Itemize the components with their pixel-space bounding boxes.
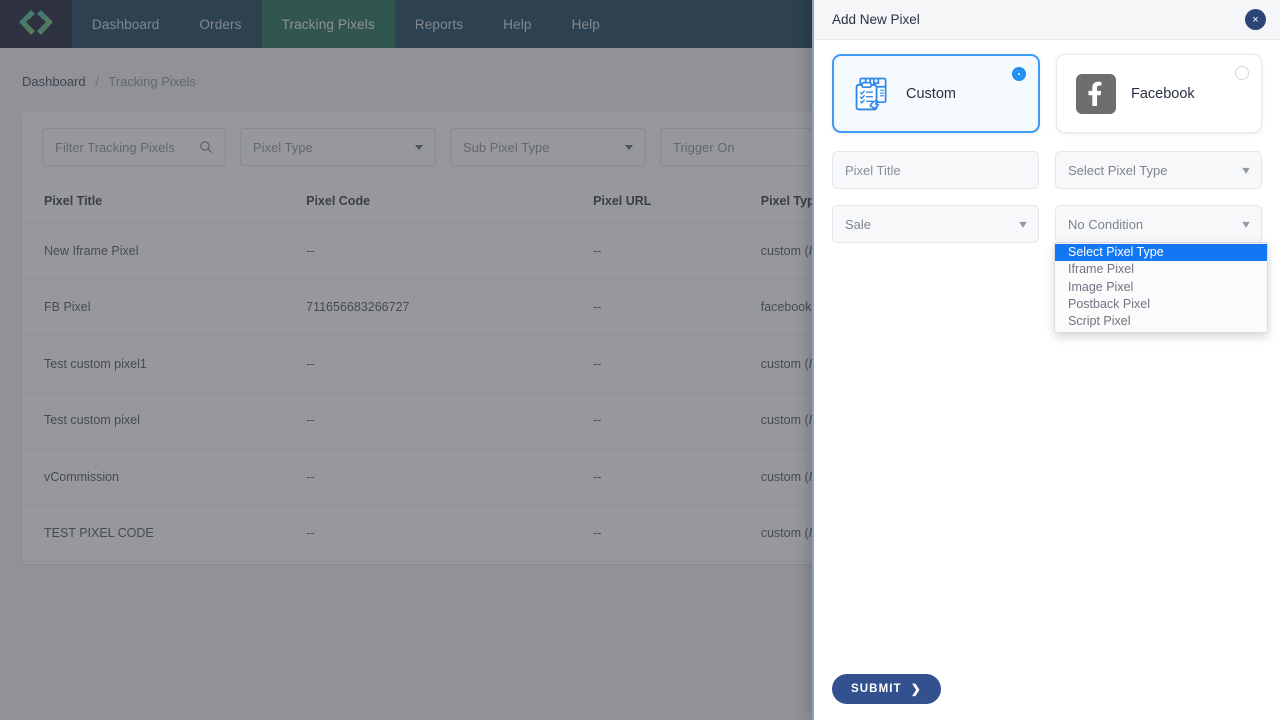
panel-title: Add New Pixel — [832, 12, 920, 27]
pixel-title-placeholder: Pixel Title — [845, 163, 901, 178]
dropdown-option-image-pixel[interactable]: Image Pixel — [1055, 279, 1267, 296]
facebook-icon — [1075, 73, 1117, 115]
close-icon[interactable]: × — [1245, 9, 1266, 30]
pixel-source-card-custom[interactable]: Custom — [832, 54, 1040, 133]
pixel-type-select[interactable]: Select Pixel Type ▾ — [1055, 151, 1262, 189]
event-select-value: Sale — [845, 217, 871, 232]
chevron-right-icon: ❯ — [911, 682, 922, 696]
dropdown-option-iframe-pixel[interactable]: Iframe Pixel — [1055, 261, 1267, 278]
pixel-type-select-value: Select Pixel Type — [1068, 163, 1167, 178]
chevron-down-icon: ▾ — [1242, 218, 1250, 230]
condition-select-value: No Condition — [1068, 217, 1143, 232]
clipboard-checklist-icon — [852, 74, 892, 114]
condition-select[interactable]: No Condition ▾ — [1055, 205, 1262, 243]
add-new-pixel-panel: Add New Pixel × — [812, 0, 1280, 720]
panel-header: Add New Pixel × — [814, 0, 1280, 40]
pixel-source-card-facebook[interactable]: Facebook — [1056, 54, 1262, 133]
pixel-source-label: Facebook — [1131, 86, 1195, 102]
dropdown-option-script-pixel[interactable]: Script Pixel — [1055, 313, 1267, 330]
radio-custom[interactable] — [1012, 67, 1026, 81]
panel-footer: SUBMIT ❯ — [814, 658, 1280, 720]
panel-body: Custom Facebook Pixel Title Select Pixel… — [814, 40, 1280, 658]
submit-button[interactable]: SUBMIT ❯ — [832, 674, 941, 704]
radio-facebook[interactable] — [1235, 66, 1249, 80]
event-select[interactable]: Sale ▾ — [832, 205, 1039, 243]
dropdown-option-postback-pixel[interactable]: Postback Pixel — [1055, 296, 1267, 313]
dropdown-option-select-pixel-type[interactable]: Select Pixel Type — [1055, 244, 1267, 261]
pixel-type-dropdown-list[interactable]: Select Pixel Type Iframe Pixel Image Pix… — [1054, 242, 1268, 333]
chevron-down-icon: ▾ — [1019, 218, 1027, 230]
pixel-source-label: Custom — [906, 86, 956, 102]
close-glyph: × — [1252, 14, 1258, 26]
pixel-title-input[interactable]: Pixel Title — [832, 151, 1039, 189]
submit-label: SUBMIT — [851, 683, 902, 695]
pixel-source-cards: Custom Facebook — [832, 54, 1262, 133]
chevron-down-icon: ▾ — [1242, 164, 1250, 176]
